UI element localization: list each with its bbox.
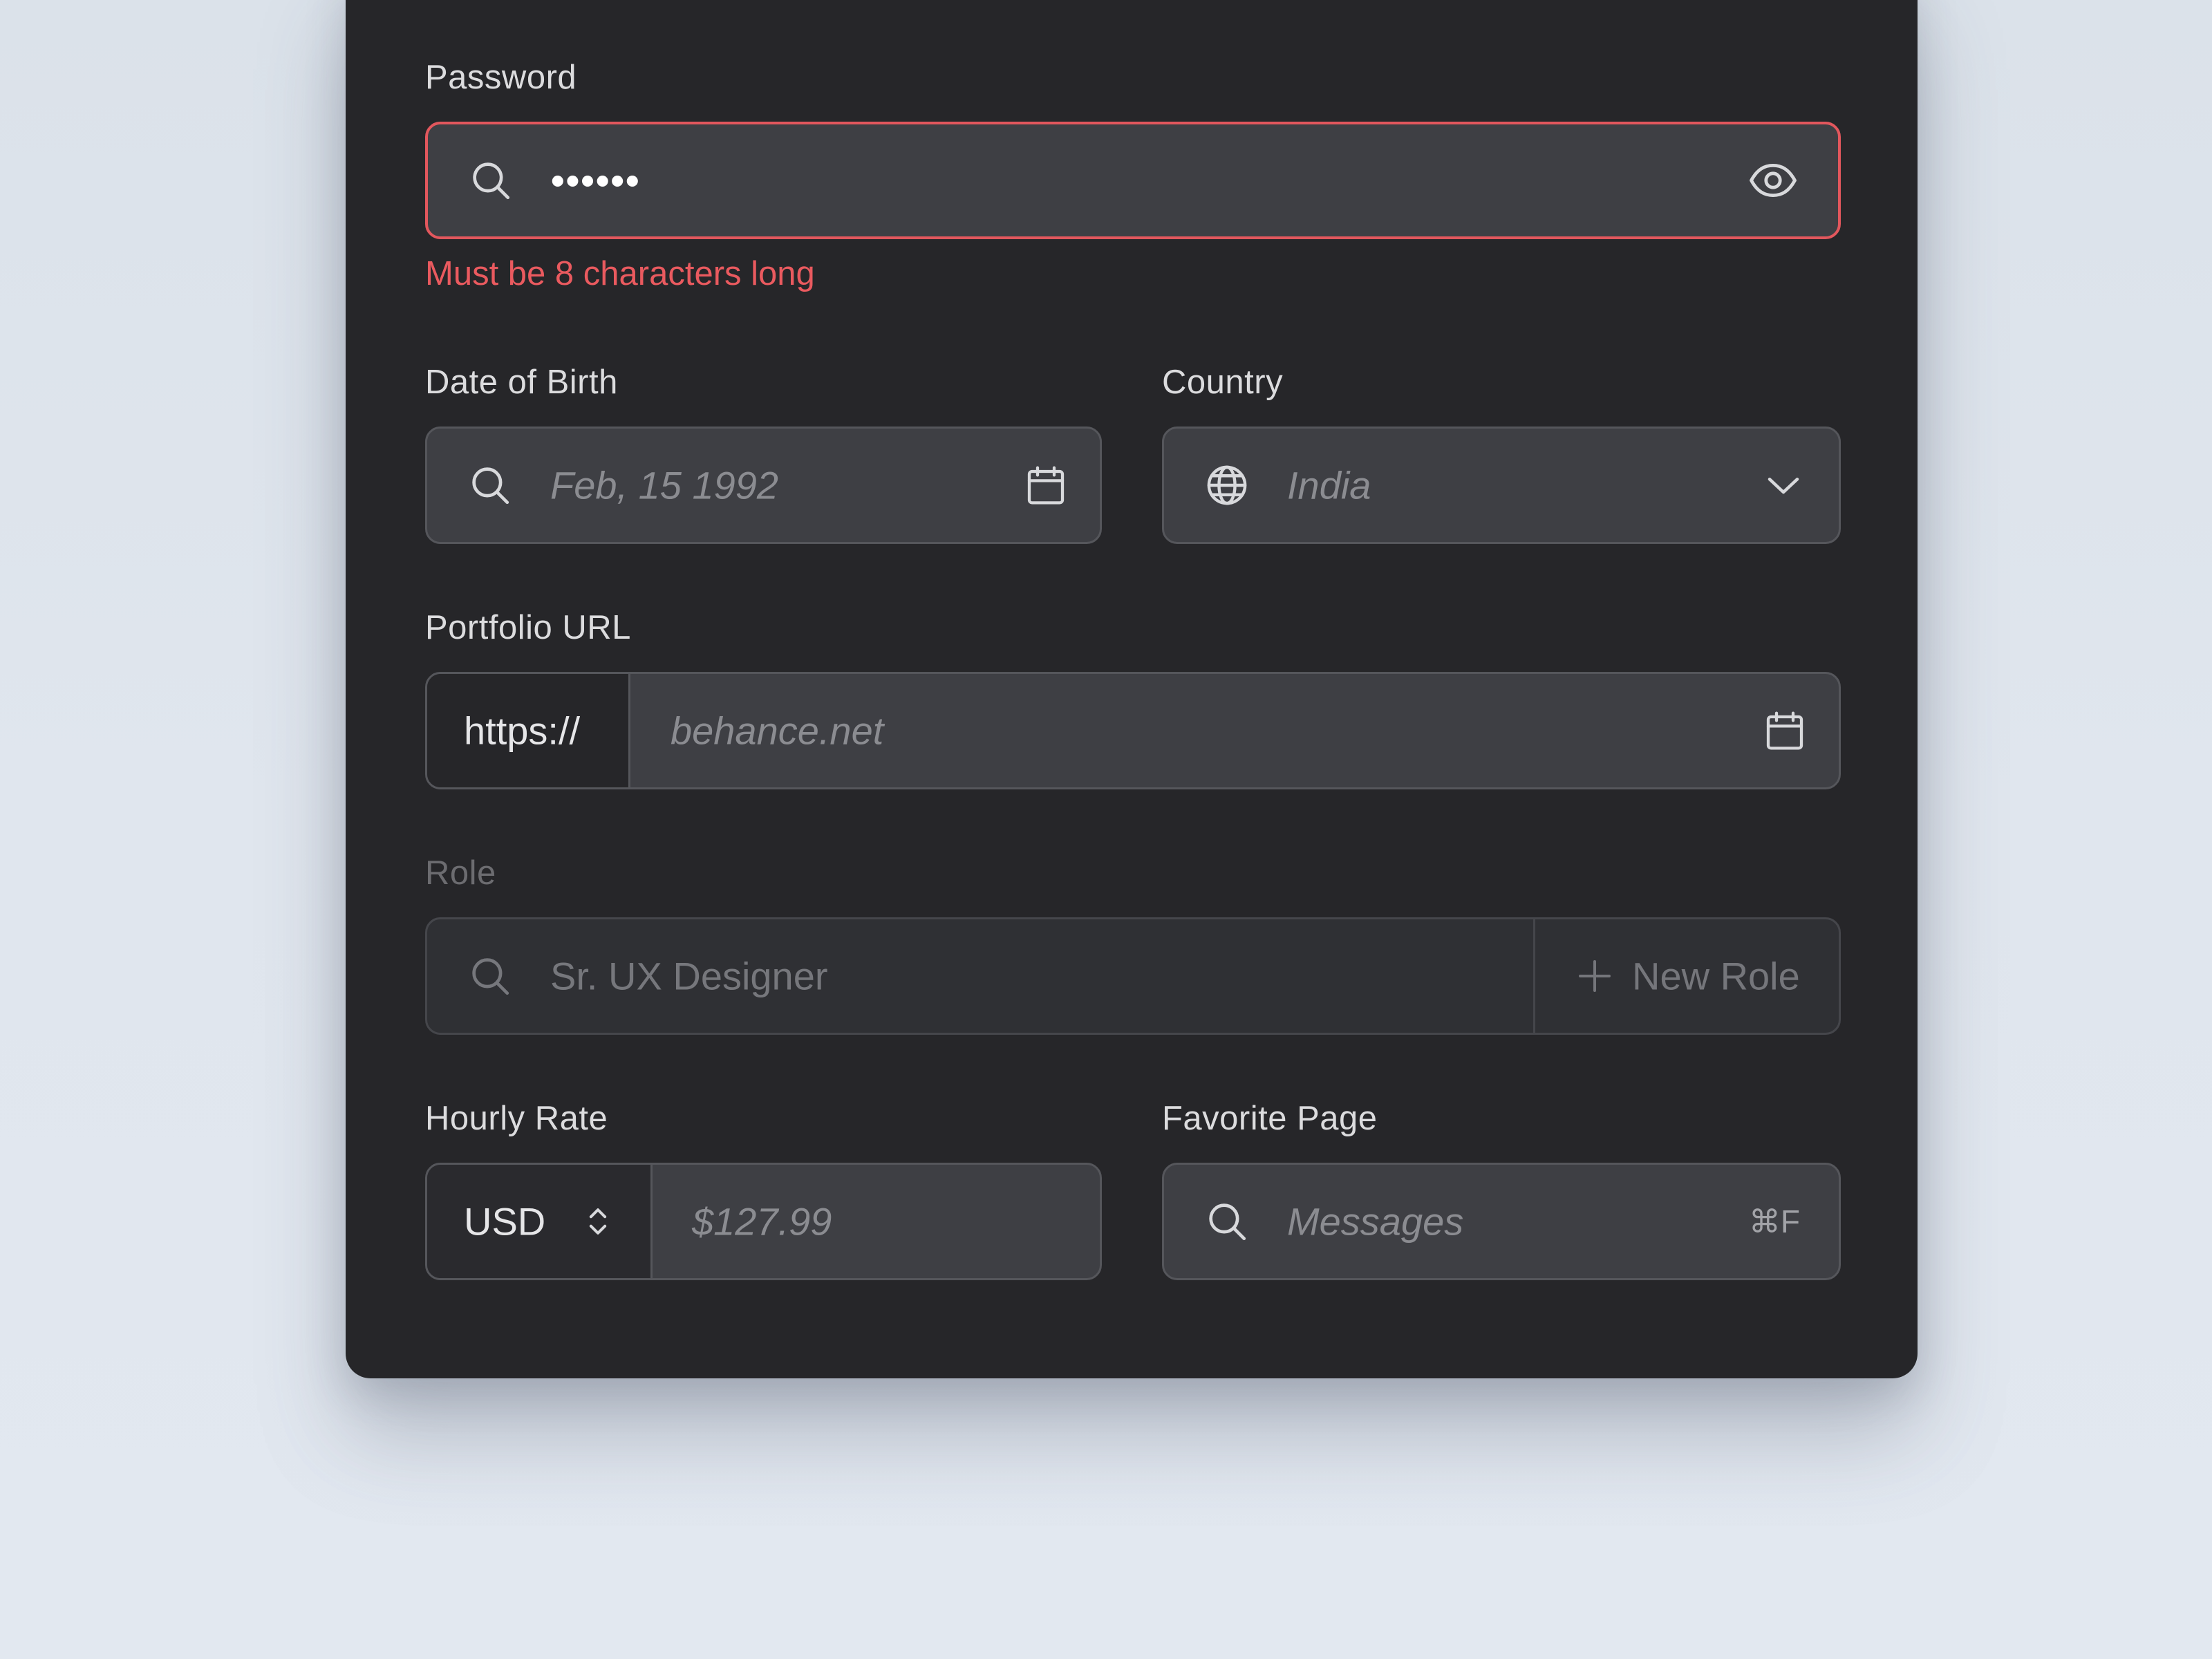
hourly-rate-field[interactable]: USD $127.99 <box>425 1163 1102 1280</box>
chevron-up-down-icon <box>589 1208 607 1235</box>
calendar-icon[interactable] <box>1763 709 1807 753</box>
calendar-icon[interactable] <box>1024 463 1068 507</box>
role-placeholder: Sr. UX Designer <box>550 954 828 998</box>
search-icon <box>472 467 509 505</box>
hourly-rate-label: Hourly Rate <box>425 1100 608 1137</box>
portfolio-placeholder: behance.net <box>671 709 884 753</box>
search-icon <box>1209 1203 1246 1241</box>
currency-select[interactable]: USD <box>427 1165 653 1278</box>
url-prefix: https:// <box>427 674 630 787</box>
globe-icon <box>1207 465 1247 505</box>
hourly-rate-placeholder: $127.99 <box>692 1199 832 1244</box>
dob-placeholder: Feb, 15 1992 <box>550 463 779 507</box>
eye-icon[interactable] <box>1748 156 1798 205</box>
password-label: Password <box>425 59 577 96</box>
new-role-button[interactable]: New Role <box>1533 919 1839 1033</box>
favorite-page-label: Favorite Page <box>1162 1100 1378 1137</box>
form-card: Password •••••• Must be 8 characters lon… <box>346 0 1918 1378</box>
url-prefix-text: https:// <box>464 709 581 753</box>
portfolio-url-field[interactable]: https:// behance.net <box>425 672 1841 789</box>
dob-field[interactable]: Feb, 15 1992 <box>425 427 1102 544</box>
new-role-label: New Role <box>1632 954 1800 998</box>
chevron-down-icon[interactable] <box>1763 465 1804 506</box>
role-field: Sr. UX Designer New Role <box>425 917 1841 1035</box>
password-value: •••••• <box>551 158 641 203</box>
plus-icon <box>1579 960 1611 992</box>
country-select[interactable]: India <box>1162 427 1841 544</box>
portfolio-label: Portfolio URL <box>425 609 631 646</box>
favorite-page-placeholder: Messages <box>1287 1199 1464 1244</box>
role-label: Role <box>425 854 496 892</box>
search-icon <box>472 958 509 995</box>
country-label: Country <box>1162 364 1284 401</box>
password-field[interactable]: •••••• <box>425 122 1841 239</box>
password-error-message: Must be 8 characters long <box>425 255 815 292</box>
favorite-page-search[interactable]: Messages ⌘F <box>1162 1163 1841 1280</box>
keyboard-shortcut: ⌘F <box>1748 1203 1800 1239</box>
currency-value: USD <box>464 1199 546 1244</box>
search-icon <box>473 162 510 200</box>
country-value: India <box>1287 463 1371 507</box>
dob-label: Date of Birth <box>425 364 618 401</box>
